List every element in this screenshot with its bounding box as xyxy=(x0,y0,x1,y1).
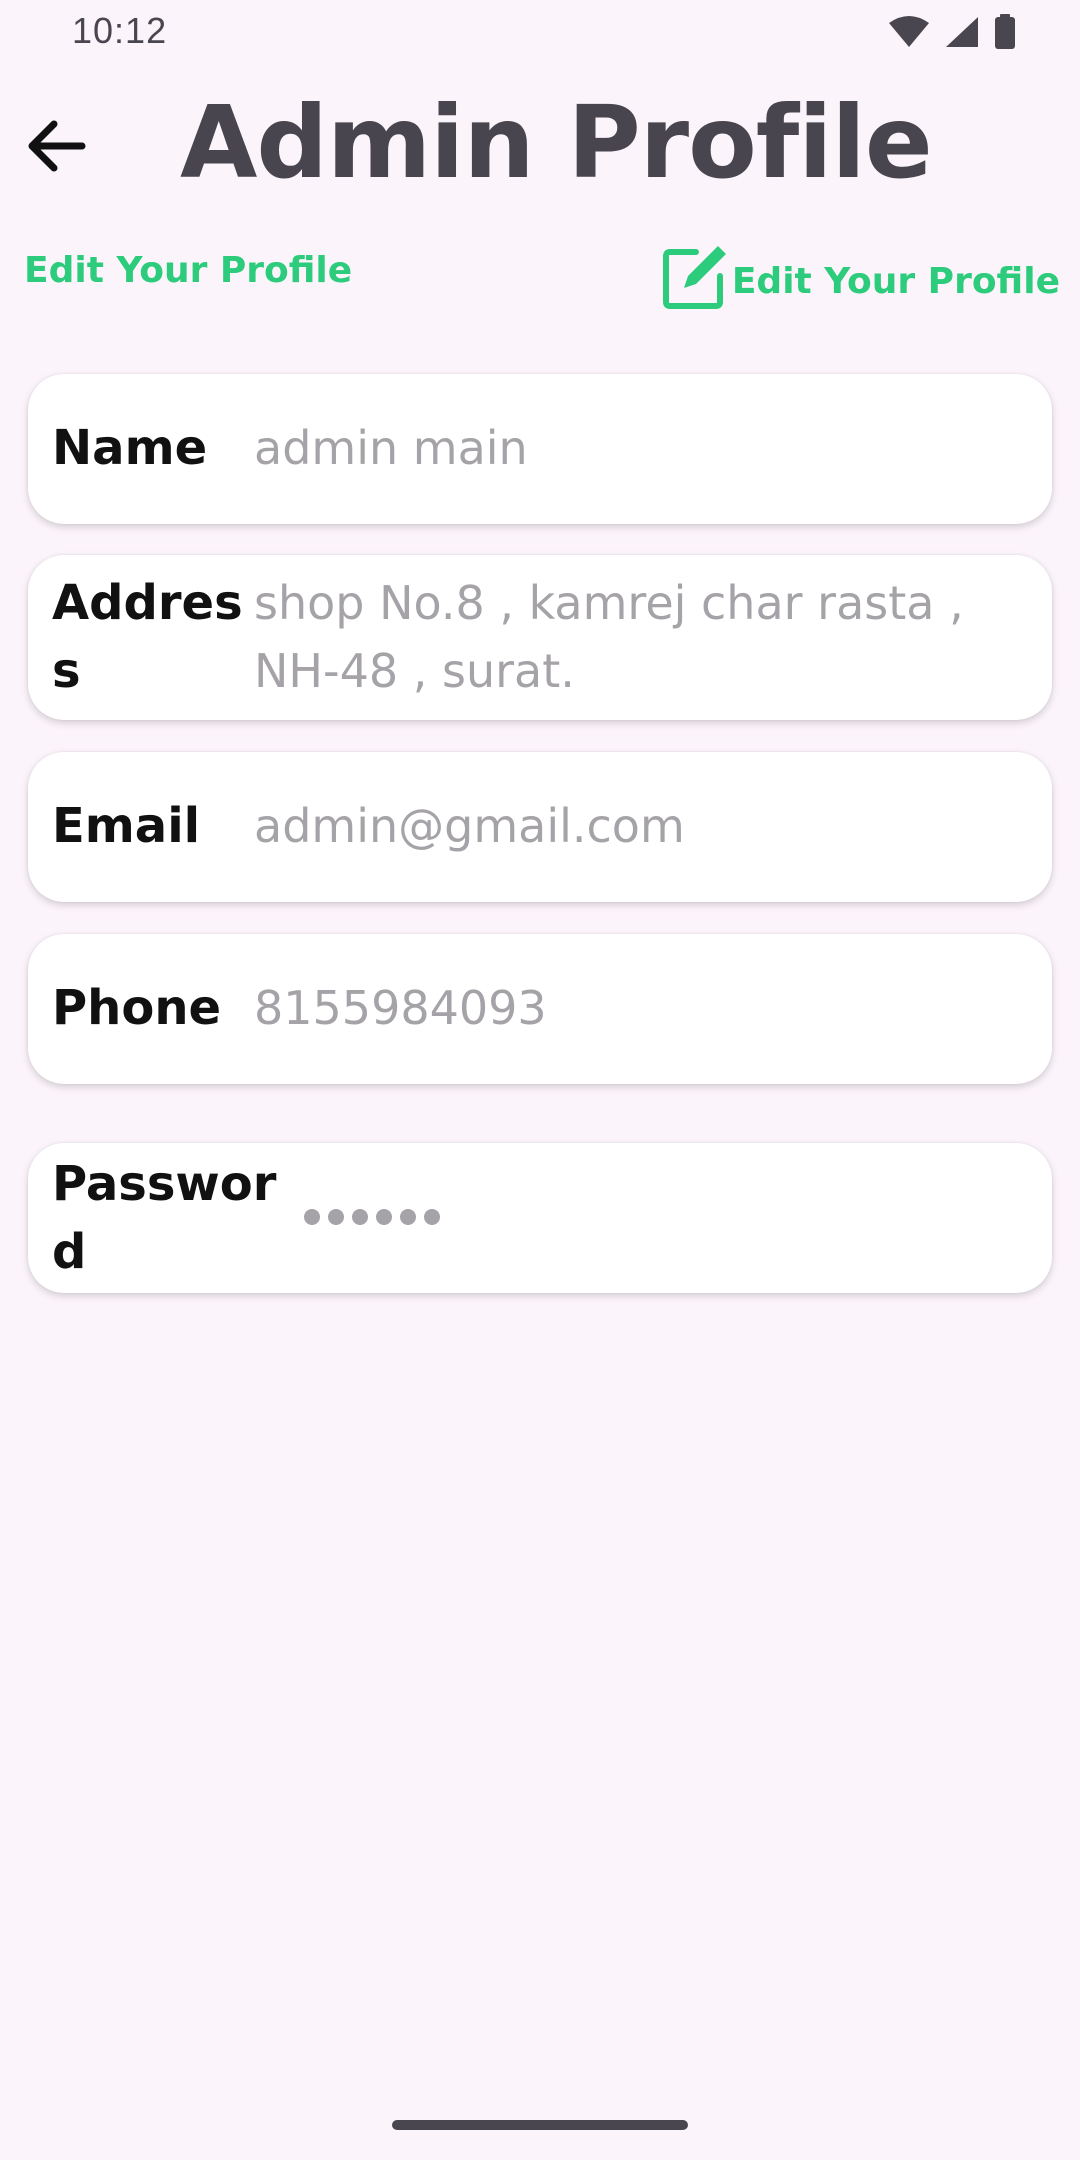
home-indicator[interactable] xyxy=(392,2120,688,2130)
password-mask-dot xyxy=(352,1209,368,1225)
edit-icon xyxy=(662,246,726,309)
password-mask-dot xyxy=(304,1209,320,1225)
edit-profile-link[interactable]: Edit Your Profile xyxy=(24,250,352,291)
password-mask-dot xyxy=(400,1209,416,1225)
edit-profile-button[interactable]: Edit Your Profile xyxy=(660,242,1060,312)
address-value[interactable]: shop No.8 , kamrej char rasta , NH-48 , … xyxy=(254,569,992,705)
email-value[interactable]: admin@gmail.com xyxy=(254,792,992,860)
name-card: Name admin main xyxy=(28,374,1052,524)
signal-icon xyxy=(946,17,978,47)
status-bar: 10:12 xyxy=(0,0,1080,64)
status-time: 10:12 xyxy=(72,10,168,51)
address-label: Address xyxy=(52,575,243,699)
phone-value[interactable]: 8155984093 xyxy=(254,974,992,1042)
password-card: Password xyxy=(28,1143,1052,1293)
password-mask-dot xyxy=(376,1209,392,1225)
password-value[interactable] xyxy=(304,1209,440,1225)
name-label: Name xyxy=(52,420,208,476)
status-icons xyxy=(888,14,1016,50)
phone-card: Phone 8155984093 xyxy=(28,934,1052,1084)
password-label: Password xyxy=(52,1156,277,1280)
address-card: Address shop No.8 , kamrej char rasta , … xyxy=(28,555,1052,720)
battery-icon xyxy=(995,14,1015,49)
name-value[interactable]: admin main xyxy=(254,414,992,482)
page-title: Admin Profile xyxy=(180,84,933,201)
password-mask-dot xyxy=(424,1209,440,1225)
back-button[interactable] xyxy=(20,110,92,182)
admin-profile-screen: 10:12 Admin Profile Edit Your Profile Ed… xyxy=(0,0,1080,2160)
edit-profile-button-label: Edit Your Profile xyxy=(731,260,1060,302)
arrow-left-icon xyxy=(28,120,86,172)
password-mask-dot xyxy=(328,1209,344,1225)
email-label: Email xyxy=(52,798,201,854)
phone-label: Phone xyxy=(52,980,222,1036)
email-card: Email admin@gmail.com xyxy=(28,752,1052,902)
wifi-icon xyxy=(889,16,929,47)
